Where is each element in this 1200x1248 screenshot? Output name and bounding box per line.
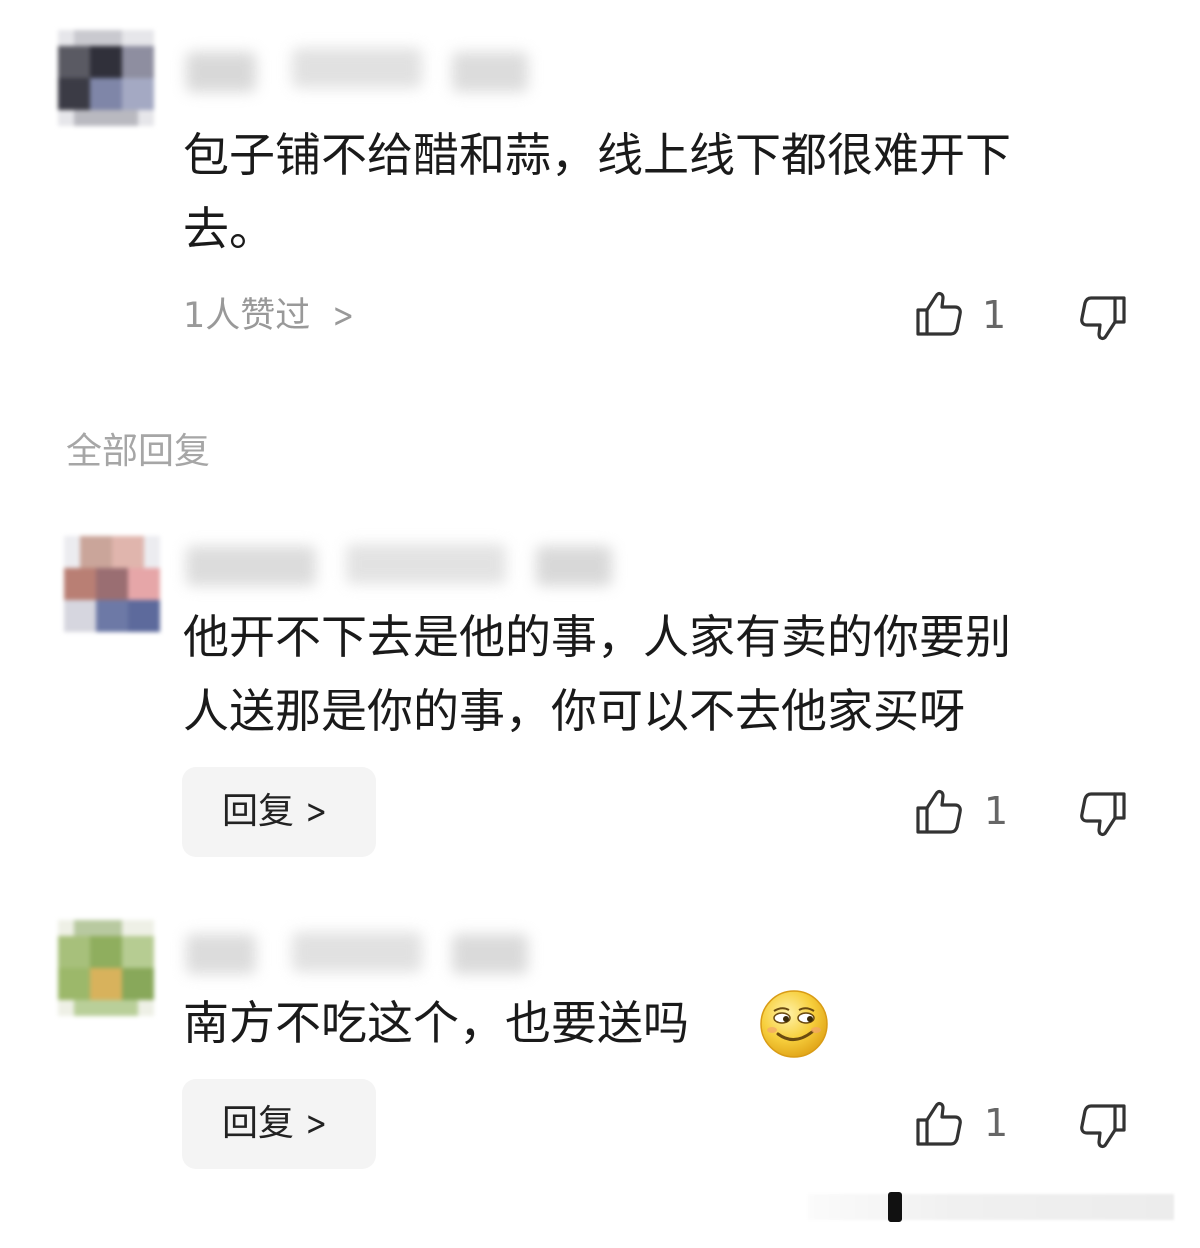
likers-link[interactable]: 1人赞过 > — [183, 290, 358, 342]
chevron-right-icon: > — [332, 296, 355, 336]
thumbs-up-icon[interactable] — [914, 288, 964, 338]
reply-button[interactable]: 回复 > — [182, 1079, 376, 1169]
reply-button[interactable]: 回复 > — [182, 767, 376, 857]
reply-text-line: 南方不吃这个，也要送吗 — [183, 996, 689, 1050]
scrollbar-thumb[interactable] — [888, 1192, 902, 1222]
scrollbar-track[interactable] — [808, 1194, 1174, 1220]
section-title: 全部回复 — [66, 431, 211, 472]
reply-text-line: 人送那是你的事，你可以不去他家买呀 — [183, 684, 965, 738]
avatar[interactable] — [64, 536, 160, 632]
likers-label: 1人赞过 — [183, 296, 311, 336]
comment-text-line: 去。 — [183, 202, 275, 256]
chevron-right-icon: > — [305, 1104, 327, 1144]
comment-text-line: 包子铺不给醋和蒜，线上线下都很难开下 — [183, 128, 1011, 182]
thumbs-down-icon[interactable] — [1078, 1102, 1128, 1152]
smirk-emoji — [760, 990, 828, 1058]
avatar[interactable] — [58, 30, 154, 126]
chevron-right-icon: > — [305, 792, 327, 832]
reply-button-label: 回复 — [222, 1103, 295, 1144]
thumbs-up-icon[interactable] — [914, 1098, 964, 1148]
like-count: 1 — [984, 789, 1009, 833]
like-count: 1 — [984, 1101, 1009, 1145]
thumbs-down-icon[interactable] — [1078, 294, 1128, 344]
reply-button-label: 回复 — [222, 791, 295, 832]
avatar[interactable] — [58, 920, 154, 1016]
thumbs-down-icon[interactable] — [1078, 790, 1128, 840]
thumbs-up-icon[interactable] — [914, 786, 964, 836]
reply-text-line: 他开不下去是他的事，人家有卖的你要别 — [183, 610, 1011, 664]
like-count: 1 — [982, 293, 1007, 337]
